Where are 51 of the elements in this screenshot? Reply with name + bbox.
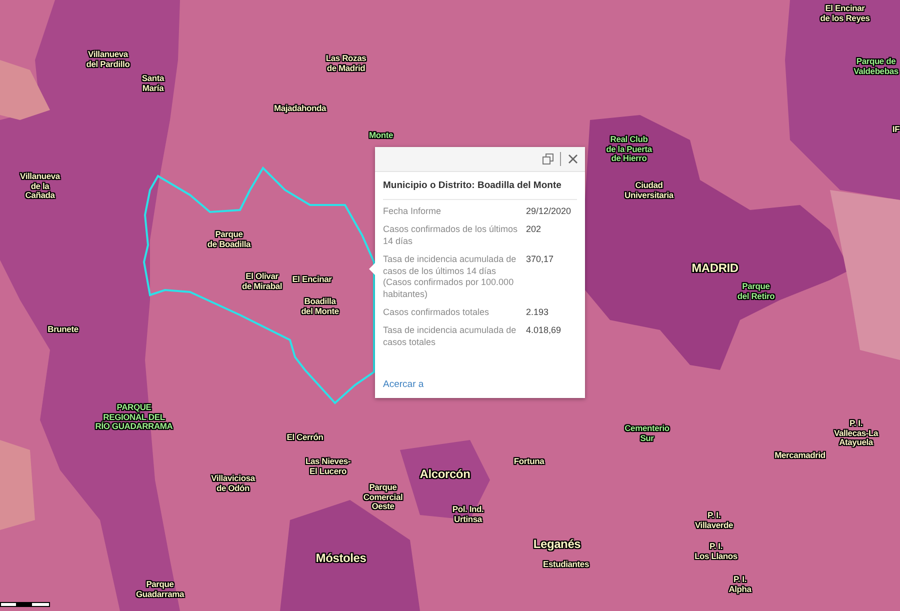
popup-title: Municipio o Distrito: Boadilla del Monte xyxy=(383,180,577,200)
restore-icon[interactable] xyxy=(542,153,554,165)
place-label: IF xyxy=(892,125,900,135)
place-label: MADRID xyxy=(692,262,738,276)
field-value: 29/12/2020 xyxy=(526,206,572,218)
field-value: 4.018,69 xyxy=(526,325,562,337)
place-label: Parque Guadarrama xyxy=(136,580,184,600)
field-label: Tasa de incidencia acumulada de casos totales xyxy=(383,325,518,349)
place-label: Villaviciosa de Odón xyxy=(211,474,255,494)
place-label: Móstoles xyxy=(316,552,366,566)
field-label: Tasa de incidencia acumulada de casos de los últimos 14 días (Casos confirmados por 100.000 habitantes) xyxy=(383,254,518,302)
field-value: 370,17 xyxy=(526,254,555,266)
place-label: P. I. Villaverde xyxy=(695,511,733,530)
place-label: El Olivar de Mirabal xyxy=(242,272,282,292)
place-label: Villanueva del Pardillo xyxy=(86,50,130,70)
place-label: Estudiantes xyxy=(543,560,589,570)
field-value: 2.193 xyxy=(526,307,550,319)
place-label: Fortuna xyxy=(514,457,544,467)
place-label: Cementerio Sur xyxy=(624,424,670,444)
zoom-to-link[interactable]: Acercar a xyxy=(383,378,424,390)
field-label: Casos confirmados de los últimos 14 días xyxy=(383,224,519,248)
place-label: Leganés xyxy=(533,538,581,552)
place-label: P. I. Los Llanos xyxy=(694,542,738,562)
place-label: P. I. Vallecas-La Atayuela xyxy=(834,419,878,448)
place-label: Alcorcón xyxy=(420,468,470,482)
place-label: Parque de Boadilla xyxy=(207,230,251,250)
place-label: Parque del Retiro xyxy=(737,282,775,302)
field-value: 202 xyxy=(526,224,542,236)
place-label: Brunete xyxy=(48,325,78,335)
place-label: P. I. Alpha xyxy=(728,575,752,594)
place-label: Ciudad Universitaria xyxy=(624,181,674,200)
field-label: Casos confirmados totales xyxy=(383,307,490,319)
place-label: Las Rozas de Madrid xyxy=(326,54,366,74)
place-label: Majadahonda xyxy=(274,104,326,114)
place-label: Parque Comercial Oeste xyxy=(363,483,403,512)
field-label: Fecha Informe xyxy=(383,206,442,218)
place-label: El Cerrón xyxy=(286,433,324,443)
place-label: Villanueva de la Cañada xyxy=(20,172,60,201)
scale-bar xyxy=(0,601,52,609)
place-label: Mercamadrid xyxy=(774,451,826,461)
place-label: Real Club de la Puerta de Hierro xyxy=(606,135,652,164)
place-label: Monte xyxy=(368,131,394,141)
place-label: El Encinar xyxy=(292,275,332,285)
place-label: PARQUE REGIONAL DEL RÍO GUADARRAMA xyxy=(95,403,173,432)
place-label: Santa María xyxy=(142,74,164,94)
place-label: Parque de Valdebebas xyxy=(854,57,898,76)
place-label: El Encinar de los Reyes xyxy=(820,4,870,24)
close-icon[interactable] xyxy=(567,153,579,165)
place-label: Pol. Ind. Urtinsa xyxy=(452,505,484,524)
place-label: Boadilla del Monte xyxy=(301,297,339,316)
place-label: Las Nieves- El Lucero xyxy=(305,457,351,476)
